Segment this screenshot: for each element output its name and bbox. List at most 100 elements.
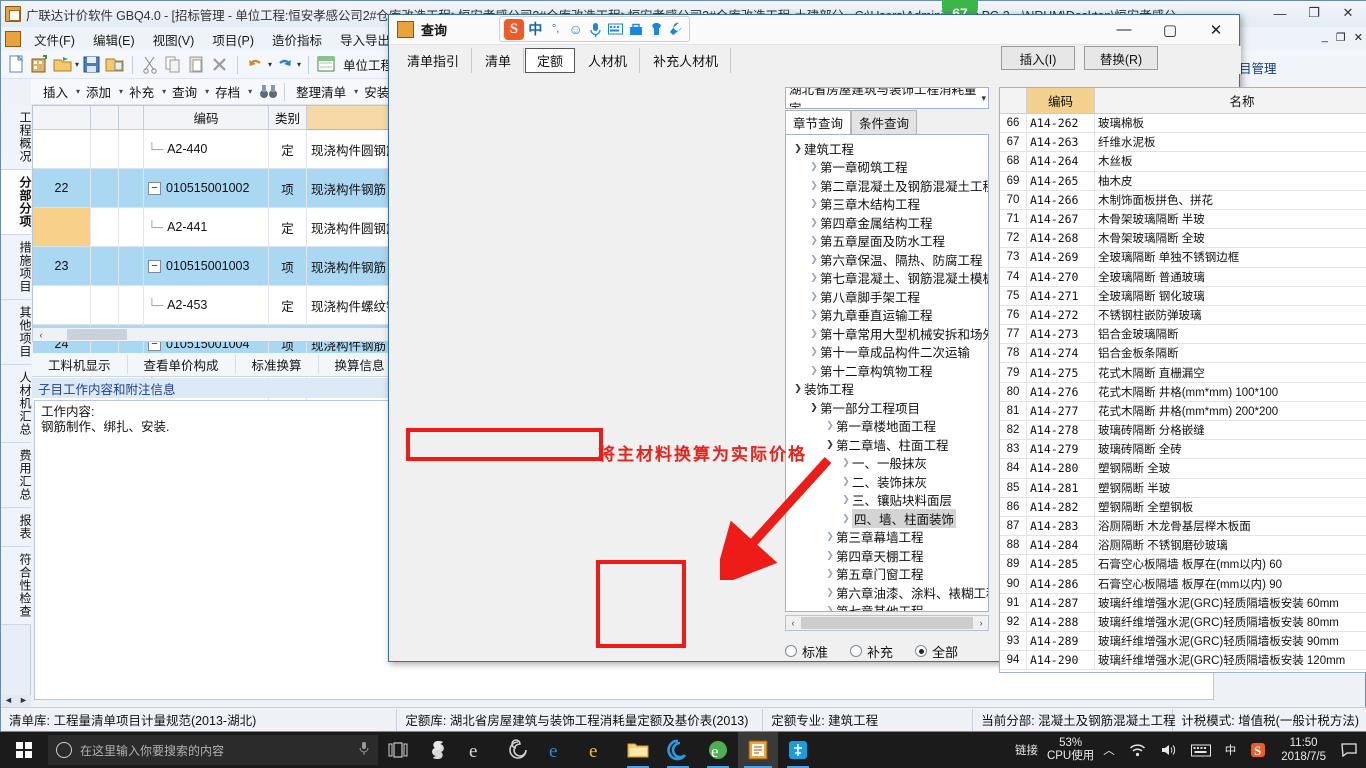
redo-icon[interactable] (274, 54, 295, 75)
right-panel-tab-label[interactable]: 目管理 (1235, 56, 1366, 79)
wifi-icon[interactable] (1124, 743, 1151, 757)
table-row[interactable]: 89A14-285石膏空心板隔墙 板厚在(mm以内) 60100m26507.5… (1000, 555, 1366, 575)
table-row[interactable]: 87A14-283浴厕隔断 木龙骨基层榉木板面100m215892.961444… (1000, 516, 1366, 537)
vtab-measure-items[interactable]: 措施项目 (1, 235, 32, 300)
chevron-right-icon[interactable]: ❯ (808, 198, 820, 209)
vtab-labor-material-summary[interactable]: 人材机汇总 (1, 365, 32, 443)
mdi-close-button[interactable]: ✕ (1354, 31, 1363, 44)
undo-dropdown-caret-icon[interactable]: ▾ (268, 60, 272, 69)
menu-project[interactable]: 项目(P) (203, 28, 263, 51)
table-row[interactable]: 94A14-290玻璃纤维增强水泥(GRC)轻质隔墙板安装 120mm100m2… (1000, 651, 1366, 671)
file-explorer-icon[interactable] (618, 732, 658, 768)
tree-node[interactable]: ❯ 第四章金属结构工程 (786, 213, 988, 232)
chevron-right-icon[interactable]: ❯ (808, 365, 820, 376)
table-row[interactable]: 71A14-267木骨架玻璃隔断 半玻100m214154.9512672.78 (1000, 209, 1366, 230)
insert-button[interactable]: 插入(I) (1001, 46, 1075, 70)
app-maximize-button[interactable]: ❐ (1297, 3, 1331, 23)
menu-file[interactable]: 文件(F) (25, 28, 84, 51)
tab-list[interactable]: 清单 (473, 47, 525, 73)
row-collapse-toggle[interactable]: − (148, 259, 161, 273)
replace-button[interactable]: 替换(R) (1084, 46, 1158, 70)
tree-node[interactable]: ❯ 第六章保温、隔热、防腐工程 (786, 250, 988, 269)
tree-scroll-right-icon[interactable]: › (974, 618, 988, 628)
new-project-icon[interactable] (29, 54, 50, 75)
radio-all-dot[interactable] (915, 645, 928, 657)
table-row[interactable]: 68A14-264木丝板100m22972.962742.95 (1000, 152, 1366, 172)
chevron-down-icon[interactable]: ❯ (808, 402, 820, 413)
table-row[interactable]: 74A14-270全玻璃隔断 普通玻璃100m212972.2211588.82 (1000, 267, 1366, 287)
chevron-down-icon[interactable]: ❯ (792, 143, 804, 154)
keyboard-icon[interactable] (607, 20, 624, 39)
dialog-close-button[interactable]: ✕ (1193, 15, 1239, 44)
undo-icon[interactable] (245, 54, 266, 75)
grid-col-code[interactable]: 编码 (144, 106, 269, 130)
tree-node[interactable]: ❯ 第一章砌筑工程 (786, 158, 988, 177)
row-collapse-toggle[interactable]: − (148, 181, 161, 195)
radio-standard[interactable]: 标准 (785, 642, 828, 661)
mdi-restore-button[interactable]: ❐ (1336, 31, 1346, 44)
table-row[interactable]: 80A14-276花式木隔断 井格(mm*mm) 100*100100m2255… (1000, 382, 1366, 402)
ime-lang-icon[interactable]: 中 (527, 20, 544, 39)
vtab-compliance-check[interactable]: 符合性检查 (1, 547, 32, 625)
tree-node[interactable]: ❯ 第二章墙、柱面工程 (786, 435, 988, 454)
paste-icon[interactable] (186, 54, 207, 75)
table-row[interactable]: 84A14-280塑钢隔断 全玻100m233775.4129625.46 (1000, 459, 1366, 479)
grid-scroll-left-icon[interactable]: ‹ (33, 330, 49, 340)
open-dropdown-caret-icon[interactable]: ▾ (75, 60, 79, 69)
chevron-right-icon[interactable]: ❯ (808, 291, 820, 302)
tab-list-guide[interactable]: 清单指引 (395, 47, 473, 73)
ime-punctuation-icon[interactable]: °, (547, 20, 564, 39)
chevron-right-icon[interactable]: ❯ (824, 587, 836, 598)
chevron-right-icon[interactable]: ❯ (808, 309, 820, 320)
vtab-division-items[interactable]: 分部分项 (1, 170, 32, 235)
chevron-right-icon[interactable]: ❯ (808, 180, 820, 191)
tree-node[interactable]: ❯ 第九章垂直运输工程 (786, 306, 988, 325)
sogou-tray-icon[interactable]: S (1245, 742, 1271, 758)
chevron-right-icon[interactable]: ❯ (824, 420, 836, 431)
subtab-condition-query[interactable]: 条件查询 (851, 110, 918, 134)
tree-node[interactable]: ❯ 第八章脚手架工程 (786, 287, 988, 306)
save-icon[interactable] (81, 54, 102, 75)
grid-col-category[interactable]: 类别 (269, 106, 307, 130)
radio-standard-dot[interactable] (785, 645, 797, 657)
toolbox-icon[interactable] (628, 20, 645, 39)
tree-horizontal-scrollbar[interactable]: ‹ › (785, 615, 989, 631)
toolbar-add[interactable]: 添加 (80, 82, 117, 101)
skin-icon[interactable] (648, 20, 665, 39)
taskbar-search-box[interactable]: 在这里输入你要搜索的内容 (48, 735, 378, 765)
tree-node[interactable]: ❯ 第十二章构筑物工程 (786, 361, 988, 380)
toolbar-organize-list[interactable]: 整理清单 (290, 82, 352, 101)
table-row[interactable]: 82A14-278玻璃砖隔断 分格嵌缝100m249327.4143115.84 (1000, 421, 1366, 441)
table-row[interactable]: 78A14-274铝合金板条隔断100m227056.1323716.04 (1000, 344, 1366, 364)
table-row[interactable]: 92A14-288玻璃纤维增强水泥(GRC)轻质隔墙板安装 80mm100m27… (1000, 612, 1366, 633)
task-view-icon[interactable] (378, 732, 418, 768)
binoculars-icon[interactable] (258, 81, 279, 102)
ime-language-indicator[interactable]: 中 (1220, 742, 1242, 758)
toolbar-archive[interactable]: 存档 (209, 82, 246, 101)
tree-node[interactable]: ❯第七章其他工程 (786, 602, 988, 611)
save-as-icon[interactable] (104, 54, 125, 75)
tree-node[interactable]: ❯ 第一部分工程项目 (786, 398, 988, 417)
tree-scroll-thumb[interactable] (801, 617, 973, 629)
chevron-right-icon[interactable]: ❯ (808, 235, 820, 246)
chevron-right-icon[interactable]: ❯ (808, 254, 820, 265)
green-browser-icon[interactable]: e (698, 732, 738, 768)
vtab-other-items[interactable]: 其他项目 (1, 300, 32, 365)
table-row[interactable]: 79A14-275花式木隔断 直栅漏空100m213350.4412191.54 (1000, 363, 1366, 383)
copy-icon[interactable] (163, 54, 184, 75)
menu-edit[interactable]: 编辑(E) (84, 28, 144, 51)
radio-supplement-dot[interactable] (850, 645, 863, 657)
col-name[interactable]: 名称 (1095, 88, 1366, 114)
radio-supplement[interactable]: 补充 (850, 642, 893, 661)
toolbar-query[interactable]: 查询 (166, 82, 203, 101)
unit-project-icon[interactable] (316, 54, 337, 75)
table-row[interactable]: 90A14-286石膏空心板隔墙 板厚在(mm以内) 90100m27832.6… (1000, 574, 1366, 594)
quota-results-table[interactable]: 编码 名称 单位 含税单价 不含税单价 66A14-262玻璃棉板100m223… (999, 87, 1366, 673)
notification-center-icon[interactable] (1336, 743, 1362, 757)
tree-node[interactable]: ❯ 第十一章成品构件二次运输 (786, 343, 988, 362)
tray-overflow-chevron-icon[interactable]: ︿ (1098, 742, 1120, 758)
tree-node[interactable]: ❯ 建筑工程 (786, 139, 988, 158)
tree-node[interactable]: ❯ 第十章常用大型机械安拆和场外 (786, 324, 988, 343)
wrench-icon[interactable] (668, 20, 685, 39)
vtab-cost-summary[interactable]: 费用汇总 (1, 443, 32, 508)
